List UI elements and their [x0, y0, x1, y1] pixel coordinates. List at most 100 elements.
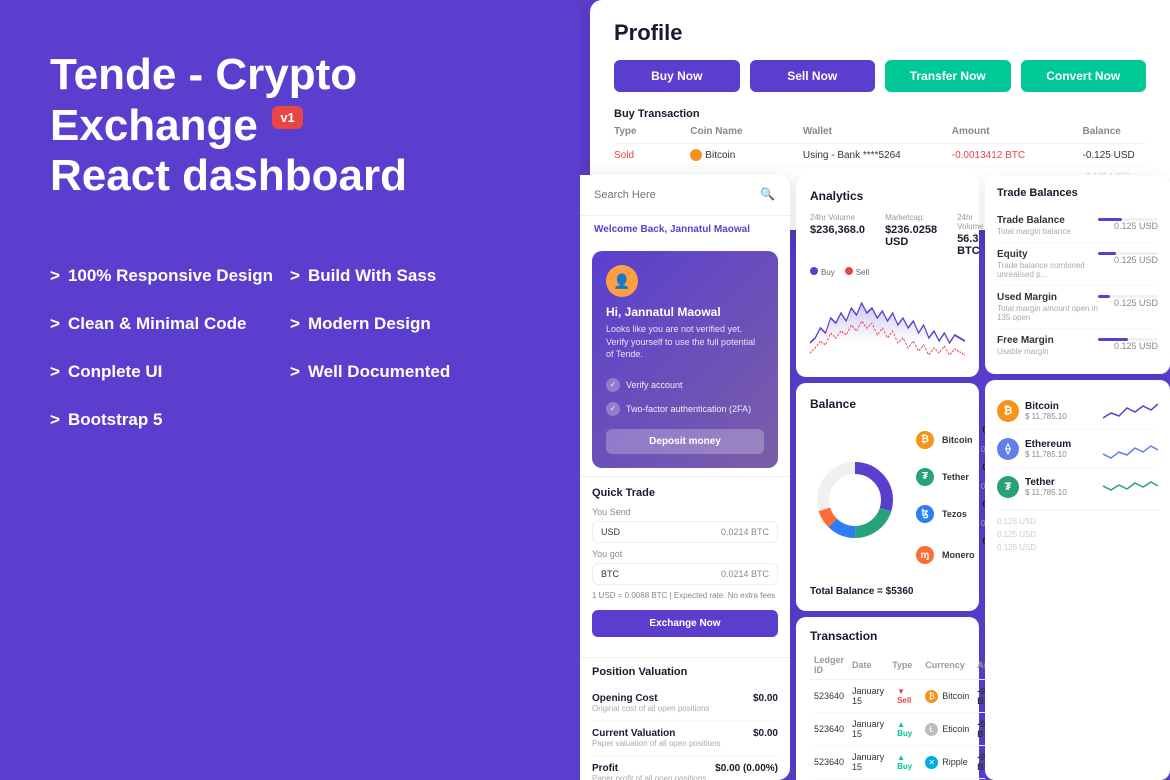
- deposit-button[interactable]: Deposit money: [606, 429, 764, 454]
- col-wallet: Wallet: [803, 126, 912, 137]
- tether-trade-name: Tether: [1025, 477, 1097, 488]
- eth-trade-price: $ 11,785.10: [1025, 450, 1097, 459]
- get-currency: BTC: [601, 569, 721, 579]
- buy-now-button[interactable]: Buy Now: [614, 60, 740, 92]
- feature-responsive: > 100% Responsive Design: [50, 252, 290, 300]
- coin-name-tether: Tether: [942, 472, 969, 482]
- xmr-coin-icon: ɱ: [916, 546, 934, 564]
- line-chart-svg: [810, 283, 965, 363]
- transfer-now-button[interactable]: Transfer Now: [885, 60, 1011, 92]
- stat-label-2: 24hr Volume: [957, 213, 984, 231]
- get-value: 0.0214 BTC: [721, 569, 769, 579]
- td-ledger-id: 523640: [810, 746, 848, 779]
- arrow-icon-6: >: [290, 362, 300, 382]
- analytics-chart: [810, 283, 965, 363]
- coin-name-xmr: Monero: [942, 550, 975, 560]
- position-title: Position Valuation: [592, 658, 778, 678]
- transaction-section: Buy Transaction Type Coin Name Wallet Am…: [614, 108, 1146, 185]
- middle-content: Analytics 24hr Volume $236,368.0 Marketc…: [790, 175, 985, 780]
- you-send-input[interactable]: USD 0.0214 BTC: [592, 521, 778, 543]
- trade-crypto-card: ₿ Bitcoin $ 11,785.10 ⟠ Ethereum $ 11,78…: [985, 380, 1170, 780]
- you-get-label: You got: [592, 549, 778, 559]
- col-balance: Balance: [1082, 126, 1146, 137]
- stat-value-2: 56.3 BTC: [957, 233, 984, 257]
- tb-row-used-margin: Used Margin Total margin amount open in …: [997, 286, 1158, 329]
- table-row: 523640 January 15 ▲ Buy ŁEticoin -0.0002…: [810, 713, 985, 746]
- coin-amount-tether: 0.000242 USDT 0.125 USD: [977, 462, 985, 491]
- td-date: January 15: [848, 746, 888, 779]
- coin-amount-xtz: 0.000242 XTZ 0.125 USD: [975, 499, 985, 528]
- arrow-icon-4: >: [290, 314, 300, 334]
- trade-crypto-item-tether: ₮ Tether $ 11,785.10: [997, 468, 1158, 505]
- total-balance: Total Balance = $5360: [810, 586, 965, 597]
- btc-trade-name: Bitcoin: [1025, 401, 1097, 412]
- td-amount: -0.000242 BTC: [973, 746, 985, 779]
- analytics-header: Analytics: [810, 189, 965, 203]
- sidebar: 🔍 Welcome Back, Jannatul Maowal 👤 Hi, Ja…: [580, 175, 790, 780]
- trade-balances-title: Trade Balances: [997, 187, 1158, 199]
- opening-cost-sublabel: Original cost of all open positions: [592, 704, 709, 713]
- profit-sublabel: Paper profit of all open positions: [592, 774, 706, 780]
- td-ledger-id: 523640: [810, 680, 848, 713]
- 2fa-item: ✓ Two-factor authentication (2FA): [606, 397, 764, 421]
- trade-crypto-item-eth: ⟠ Ethereum $ 11,785.10: [997, 430, 1158, 468]
- tb-sublabel-equity: Trade balance combined unrealised p...: [997, 261, 1098, 279]
- exchange-now-button[interactable]: Exchange Now: [592, 610, 778, 637]
- transaction-title: Transaction: [810, 629, 965, 643]
- arrow-icon-3: >: [50, 314, 60, 334]
- version-badge: v1: [272, 106, 302, 129]
- td-amount: -0.000242 BTC: [973, 713, 985, 746]
- btc-trade-info: Bitcoin $ 11,785.10: [1025, 401, 1097, 421]
- quick-trade-section: Quick Trade You Send USD 0.0214 BTC You …: [580, 476, 790, 657]
- btc-coin-icon: ₿: [916, 431, 934, 449]
- extra-balance-rows: 0.125 USD 0.125 USD 0.125 USD: [997, 509, 1158, 559]
- sell-now-button[interactable]: Sell Now: [750, 60, 876, 92]
- tb-val-trade: 0.125 USD: [1098, 215, 1158, 236]
- tb-sublabel-free-margin: Usable margin: [997, 347, 1054, 356]
- feature-complete-ui: > Conplete UI: [50, 348, 290, 396]
- stat-marketcap: Marketcap: $236.0258 USD: [885, 213, 937, 257]
- current-valuation-label: Current Valuation: [592, 728, 721, 739]
- stat-label-0: 24hr Volume: [810, 213, 865, 222]
- td-ledger-id: 523640: [810, 713, 848, 746]
- tb-row-free-margin: Free Margin Usable margin 0.125 USD: [997, 329, 1158, 362]
- tx-wallet: Using - Bank ****5264: [803, 150, 912, 161]
- td-type: ▼ Sell: [888, 680, 921, 713]
- analytics-card: Analytics 24hr Volume $236,368.0 Marketc…: [796, 175, 979, 377]
- tx-balance: -0.125 USD: [1082, 150, 1146, 161]
- tb-sublabel-used-margin: Total margin amount open in 135 open: [997, 304, 1098, 322]
- tether-trade-price: $ 11,785.10: [1025, 488, 1097, 497]
- title-line1: Tende - Crypto Exchange: [50, 50, 357, 150]
- donut-svg: [810, 455, 900, 545]
- position-valuation-section: Position Valuation Opening Cost Original…: [580, 657, 790, 780]
- td-currency: ₿Bitcoin: [921, 680, 973, 713]
- tb-val-equity: 0.125 USD: [1098, 249, 1158, 279]
- arrow-icon-5: >: [50, 362, 60, 382]
- table-row: Sold Bitcoin Using - Bank ****5264 -0.00…: [614, 144, 1146, 167]
- title-line2: React dashboard: [50, 151, 407, 200]
- list-item: ꜩ Tezos 0.000242 XTZ 0.125 USD: [916, 495, 985, 532]
- feature-build-sass: > Build With Sass: [290, 252, 530, 300]
- tether-coin-icon: ₮: [916, 468, 934, 486]
- right-panel: Profile Buy Now Sell Now Transfer Now Co…: [580, 0, 1170, 780]
- transaction-table: Ledger ID Date Type Currency Amount Fee …: [810, 651, 985, 780]
- buy-legend-dot: [810, 267, 818, 275]
- coin-name-xtz: Tezos: [942, 509, 967, 519]
- tb-val-used-margin: 0.125 USD: [1098, 292, 1158, 322]
- convert-now-button[interactable]: Convert Now: [1021, 60, 1147, 92]
- balance-list: ₿ Bitcoin 0.000242 BTC 0.125 USD ₮ Tethe…: [916, 421, 985, 578]
- stat-24hr-btc: 24hr Volume 56.3 BTC: [957, 213, 984, 257]
- title-block: Tende - Crypto Exchange v1 React dashboa…: [50, 50, 530, 202]
- td-type: ▲ Buy: [888, 746, 921, 779]
- th-currency: Currency: [921, 651, 973, 680]
- transaction-section-title: Buy Transaction: [614, 108, 1146, 120]
- tx-type: Sold: [614, 150, 650, 161]
- current-valuation-sublabel: Paper valuation of all open positions: [592, 739, 721, 748]
- main-title: Tende - Crypto Exchange v1 React dashboa…: [50, 50, 530, 202]
- you-get-input[interactable]: BTC 0.0214 BTC: [592, 563, 778, 585]
- tb-row-trade-balance: Trade Balance Total margin balance 0.125…: [997, 209, 1158, 243]
- transaction-card: Transaction Ledger ID Date Type Currency…: [796, 617, 979, 780]
- xtz-coin-icon: ꜩ: [916, 505, 934, 523]
- search-input[interactable]: [594, 189, 754, 201]
- feature-clean-code: > Clean & Minimal Code: [50, 300, 290, 348]
